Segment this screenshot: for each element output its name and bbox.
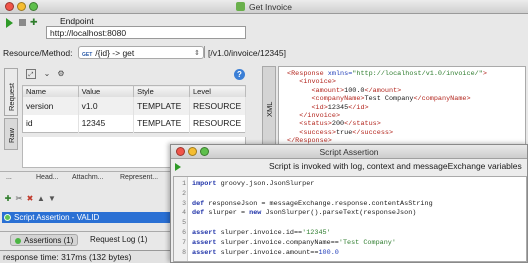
param-name-cell[interactable]: version <box>22 96 79 115</box>
params-table: Name Value Style Level version v1.0 TEMP… <box>22 85 246 133</box>
stop-request-button[interactable] <box>19 19 26 26</box>
request-result-tabs: Assertions (1) Request Log (1) <box>0 231 172 246</box>
code-line: def slurper = new JsonSlurper().parseTex… <box>192 209 417 218</box>
column-header-level[interactable]: Level <box>189 85 246 97</box>
params-header-row: Name Value Style Level <box>22 85 246 97</box>
move-down-icon[interactable]: ▼ <box>47 194 57 203</box>
xml-line: <success>true</success> <box>287 128 394 137</box>
dialog-titlebar: Script Assertion <box>171 145 527 159</box>
dialog-info-text: Script is invoked with log, context and … <box>269 161 522 171</box>
param-value-cell[interactable]: 12345 <box>78 114 135 133</box>
tab-raw[interactable]: Raw <box>4 118 18 150</box>
window-titlebar: Get Invoice <box>0 0 528 14</box>
param-level-cell[interactable]: RESOURCE <box>189 114 246 133</box>
tab-more[interactable]: ... <box>6 174 12 181</box>
line-number-gutter: 1 2 3 4 5 6 7 8 <box>174 177 188 261</box>
param-value-cell[interactable]: v1.0 <box>78 96 135 115</box>
line-number: 7 <box>182 238 186 246</box>
run-request-button[interactable] <box>6 18 13 28</box>
get-method-badge: GET <box>82 52 93 58</box>
xml-line: <status>200</status> <box>287 120 381 129</box>
tab-representations[interactable]: Represent... <box>120 174 158 181</box>
line-number: 2 <box>182 189 186 197</box>
configure-icon[interactable]: ✂ <box>14 194 24 203</box>
script-assertion-dialog: Script Assertion Script is invoked with … <box>170 144 528 263</box>
window-title: Get Invoice <box>0 2 528 12</box>
tab-request-log[interactable]: Request Log (1) <box>86 234 151 246</box>
tab-headers[interactable]: Head... <box>36 174 59 181</box>
code-line: assert slurper.invoice.companyName=='Tes… <box>192 238 396 247</box>
param-level-cell[interactable]: RESOURCE <box>189 96 246 115</box>
zoom-dialog-button[interactable] <box>200 147 209 156</box>
valid-status-icon <box>4 214 11 221</box>
code-line: assert slurper.invoice.amount==100.0 <box>192 248 339 257</box>
tab-attachments[interactable]: Attachm... <box>72 174 104 181</box>
close-dialog-button[interactable] <box>176 147 185 156</box>
tab-assertions[interactable]: Assertions (1) <box>10 234 79 246</box>
line-number: 6 <box>182 229 186 236</box>
endpoint-label: Endpoint <box>60 16 94 26</box>
remove-icon[interactable]: ✖ <box>25 194 35 203</box>
xml-response-viewer[interactable]: <Response xmlns="http://localhost/v1.0/i… <box>278 66 526 146</box>
script-editor[interactable]: 1 2 3 4 5 6 7 8 import groovy.json.JsonSlurper d… <box>173 176 527 262</box>
param-name-cell[interactable]: id <box>22 114 79 133</box>
xml-line: </invoice> <box>287 112 341 120</box>
xml-line: <companyName>Test Company</companyName> <box>287 95 471 104</box>
column-header-value[interactable]: Value <box>78 85 135 97</box>
line-number: 5 <box>182 219 186 227</box>
tab-request[interactable]: Request <box>4 68 18 116</box>
resource-path: [/v1.0/invoice/12345] <box>204 46 286 58</box>
line-number: 4 <box>182 209 186 217</box>
status-dot-icon <box>15 237 21 244</box>
add-assertion-icon[interactable]: ✚ <box>30 17 40 27</box>
minimize-dialog-button[interactable] <box>188 147 197 156</box>
help-icon[interactable]: ? <box>234 69 245 80</box>
xml-line: <amount>100.0</amount> <box>287 86 402 95</box>
table-row[interactable]: version v1.0 TEMPLATE RESOURCE <box>22 96 246 115</box>
xml-line: <invoice> <box>287 78 336 87</box>
chevron-down-icon[interactable]: ⌄ <box>42 69 52 79</box>
gear-icon[interactable]: ⚙ <box>56 69 66 79</box>
method-value: /{id} -> get <box>95 48 135 58</box>
xml-line: <id>12345</id> <box>287 103 369 112</box>
run-script-button[interactable] <box>175 163 181 171</box>
line-number: 1 <box>182 180 186 187</box>
add-assertion-icon[interactable]: ✚ <box>3 194 13 203</box>
code-line: import groovy.json.JsonSlurper <box>192 180 315 188</box>
resource-method-label: Resource/Method: <box>3 48 73 58</box>
dialog-title: Script Assertion <box>319 147 379 157</box>
line-number: 8 <box>182 248 186 256</box>
tab-xml[interactable]: XML <box>262 66 276 146</box>
resource-method-select[interactable]: GET/{id} -> get ⇕ <box>78 46 204 59</box>
move-up-icon[interactable]: ▲ <box>36 194 46 203</box>
expand-icon[interactable]: ⤢ <box>26 69 36 79</box>
code-line: def responseJson = messageExchange.respo… <box>192 199 433 208</box>
assertion-item[interactable]: Script Assertion - VALID <box>2 212 172 223</box>
chevron-updown-icon: ⇕ <box>194 50 200 57</box>
params-toolbar: ⤢ ⌄ ⚙ ? <box>22 68 248 82</box>
request-icon <box>236 2 245 11</box>
column-header-name[interactable]: Name <box>22 85 79 97</box>
table-row[interactable]: id 12345 TEMPLATE RESOURCE <box>22 114 246 133</box>
code-line: assert slurper.invoice.id=='12345' <box>192 229 331 237</box>
endpoint-field[interactable]: http://localhost:8080 <box>46 26 246 39</box>
column-header-style[interactable]: Style <box>133 85 190 97</box>
xml-line: <Response xmlns="http://localhost/v1.0/i… <box>287 70 487 78</box>
line-number: 3 <box>182 199 186 207</box>
param-style-cell[interactable]: TEMPLATE <box>133 96 190 115</box>
param-style-cell[interactable]: TEMPLATE <box>133 114 190 133</box>
